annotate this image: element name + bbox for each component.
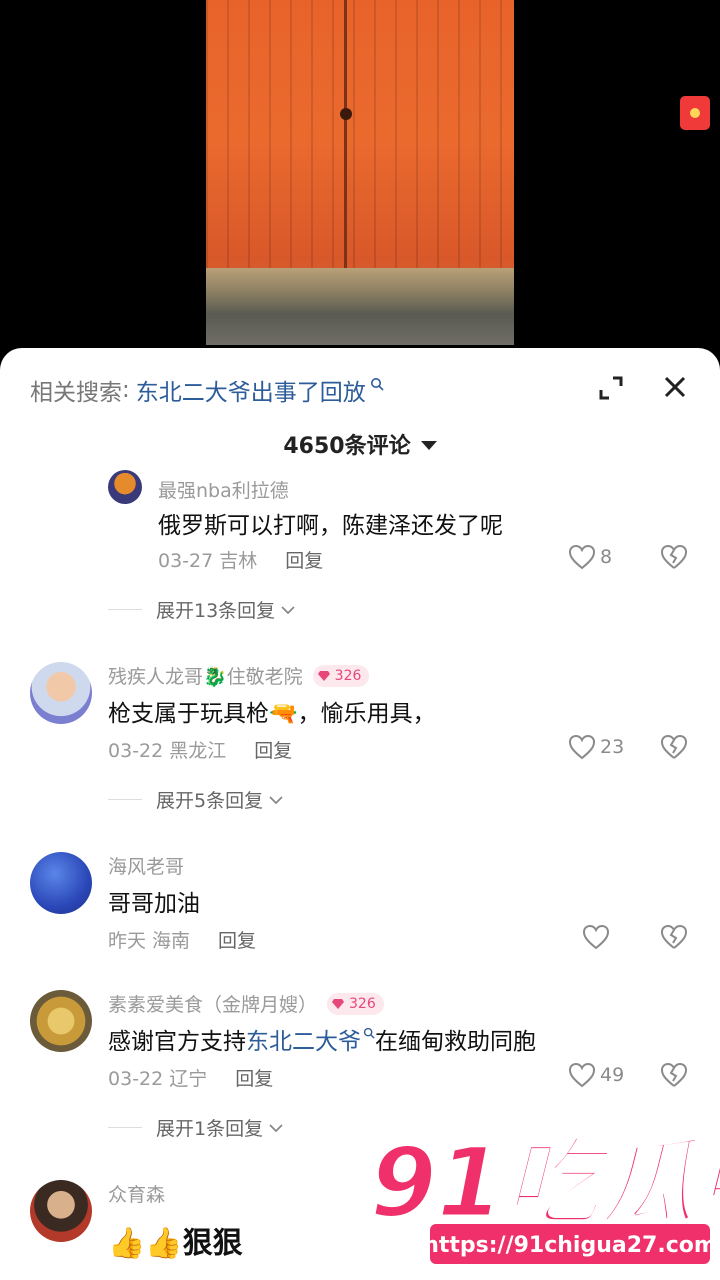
avatar[interactable] xyxy=(30,990,92,1052)
level-badge: 326 xyxy=(312,664,370,687)
like-button[interactable]: 49 xyxy=(568,1062,624,1088)
broken-heart-icon[interactable] xyxy=(660,544,688,570)
search-icon xyxy=(363,1027,375,1039)
door-bolt xyxy=(340,108,352,120)
comment-count-label: 4650条评论 xyxy=(283,434,411,459)
comment-text: 俄罗斯可以打啊，陈建泽还发了呢 xyxy=(158,513,503,539)
expand-replies-label: 展开5条回复 xyxy=(156,790,264,812)
like-button[interactable] xyxy=(582,924,610,950)
reply-button[interactable]: 回复 xyxy=(218,930,256,952)
related-search-term[interactable]: 东北二大爷出事了回放 xyxy=(136,373,366,407)
door-seam xyxy=(344,0,347,290)
broken-heart-icon[interactable] xyxy=(660,1062,688,1088)
caret-down-icon xyxy=(420,441,437,450)
comment-text: 哥哥加油 xyxy=(108,891,200,917)
heart-icon xyxy=(568,1062,596,1088)
divider xyxy=(108,799,142,800)
like-button[interactable]: 8 xyxy=(568,544,612,570)
related-search-label: 相关搜索 xyxy=(30,380,122,406)
avatar[interactable] xyxy=(108,470,142,504)
comment-meta: 03-22 辽宁 回复 xyxy=(108,1064,273,1091)
close-icon[interactable] xyxy=(660,372,690,402)
fullscreen-icon[interactable] xyxy=(597,374,625,402)
chevron-down-icon xyxy=(269,1123,283,1132)
comment-count[interactable]: 4650条评论 xyxy=(0,428,720,460)
broken-heart-icon[interactable] xyxy=(660,734,688,760)
video-player[interactable] xyxy=(0,0,720,360)
diamond-icon xyxy=(317,670,330,681)
comment-meta: 03-22 黑龙江 回复 xyxy=(108,736,292,763)
divider xyxy=(108,609,142,610)
chevron-down-icon xyxy=(269,795,283,804)
red-envelope-icon[interactable] xyxy=(680,96,710,130)
expand-replies-label: 展开1条回复 xyxy=(156,1118,264,1140)
expand-replies[interactable]: 展开13条回复 xyxy=(108,596,295,623)
comment-date: 03-27 吉林 xyxy=(158,550,258,572)
door-base xyxy=(206,268,514,345)
heart-icon xyxy=(582,924,610,950)
comment-author[interactable]: 残疾人龙哥🐉住敬老院 326 xyxy=(108,662,370,689)
expand-replies[interactable]: 展开1条回复 xyxy=(108,1114,283,1141)
expand-replies-label: 展开13条回复 xyxy=(156,600,276,622)
heart-icon xyxy=(568,544,596,570)
avatar[interactable] xyxy=(30,852,92,914)
like-count: 23 xyxy=(600,736,625,758)
comment-author[interactable]: 素素爱美食（金牌月嫂） 326 xyxy=(108,990,384,1017)
like-count: 49 xyxy=(600,1064,625,1086)
like-count: 8 xyxy=(600,546,613,568)
search-icon xyxy=(370,378,384,391)
comment-text-after: 在缅甸救助同胞 xyxy=(375,1029,536,1055)
comment-meta: 03-27 吉林 回复 xyxy=(158,546,323,573)
comment-author[interactable]: 海风老哥 xyxy=(108,852,184,879)
comment-author[interactable]: 最强nba利拉德 xyxy=(158,481,289,503)
related-search-colon: : xyxy=(122,377,130,403)
comment-text: 枪支属于玩具枪🔫，愉乐用具， xyxy=(108,701,436,727)
chevron-down-icon xyxy=(281,605,295,614)
badge-value: 326 xyxy=(349,995,376,1012)
divider xyxy=(108,1127,142,1128)
reply-button[interactable]: 回复 xyxy=(254,740,292,762)
broken-heart-icon[interactable] xyxy=(660,924,688,950)
badge-value: 326 xyxy=(334,667,362,684)
comment-text-before: 感谢官方支持 xyxy=(108,1029,246,1055)
comment-search-link[interactable]: 东北二大爷 xyxy=(246,1022,361,1056)
comment-date: 昨天 海南 xyxy=(108,930,191,952)
watermark-logo: 91吃瓜中心 https://91chigua27.com xyxy=(369,1126,720,1264)
watermark-url: https://91chigua27.com xyxy=(423,1233,717,1258)
related-search[interactable]: 相关搜索 : 东北二大爷出事了回放 xyxy=(30,370,384,410)
expand-replies[interactable]: 展开5条回复 xyxy=(108,786,283,813)
reply-button[interactable]: 回复 xyxy=(235,1068,273,1090)
avatar[interactable] xyxy=(30,662,92,724)
avatar[interactable] xyxy=(30,1180,92,1242)
comment-date: 03-22 辽宁 xyxy=(108,1068,208,1090)
reply-button[interactable]: 回复 xyxy=(285,550,323,572)
comment-date: 03-22 黑龙江 xyxy=(108,740,227,762)
heart-icon xyxy=(568,734,596,760)
comment-author[interactable]: 众育森 xyxy=(108,1180,165,1207)
level-badge: 326 xyxy=(327,992,384,1015)
watermark-brand: 91吃瓜中心 xyxy=(370,1127,720,1239)
comment-text: 👍👍狠狠 xyxy=(108,1226,243,1261)
comment-meta: 昨天 海南 回复 xyxy=(108,926,256,953)
like-button[interactable]: 23 xyxy=(568,734,624,760)
comment-author-name: 素素爱美食（金牌月嫂） xyxy=(108,994,318,1016)
diamond-icon xyxy=(332,998,345,1009)
comment-text: 感谢官方支持 东北二大爷 在缅甸救助同胞 xyxy=(108,1022,536,1056)
comment-author-name: 残疾人龙哥🐉住敬老院 xyxy=(108,666,303,688)
